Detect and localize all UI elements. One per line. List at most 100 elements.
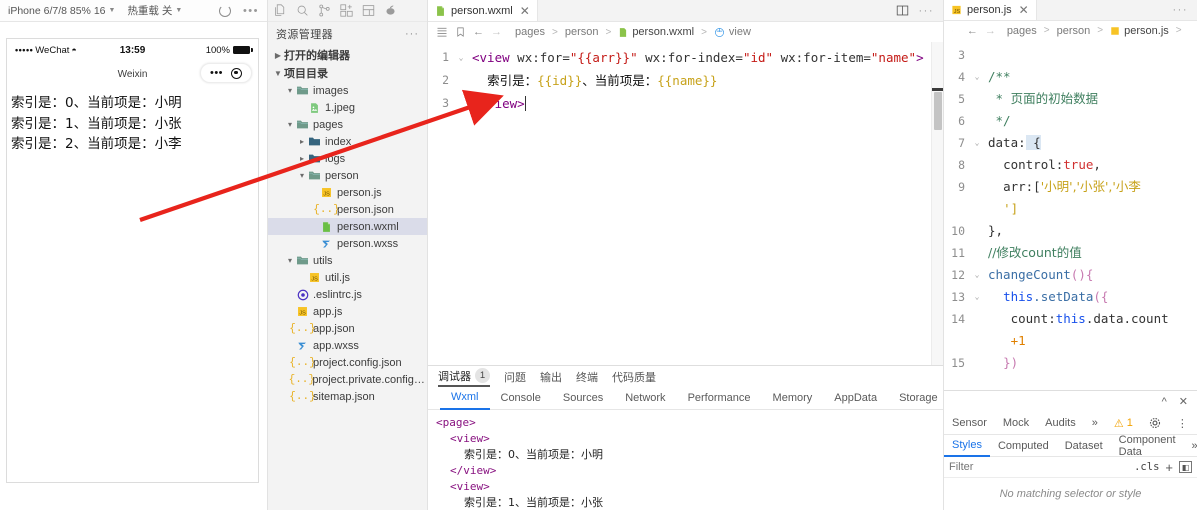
devtools-tab-storage[interactable]: Storage [888, 387, 949, 410]
chevron-down-icon[interactable]: ▾ [284, 120, 296, 129]
devtools-tab-sources[interactable]: Sources [552, 387, 614, 410]
breadcrumb-item-person[interactable]: person [1057, 25, 1091, 37]
more-icon[interactable]: ··· [919, 5, 935, 17]
tree-item-index[interactable]: ▸ index [268, 133, 427, 150]
fold-toggle-icon[interactable]: ⌄ [970, 132, 984, 154]
debugger-tab-输出[interactable]: 输出 [540, 369, 562, 385]
tree-item-pages[interactable]: ▾ pages [268, 116, 427, 133]
devtools-tab-console[interactable]: Console [490, 387, 552, 410]
styles-tab-computed[interactable]: Computed [990, 435, 1057, 457]
tree-item-project-private-config-js-[interactable]: {..} project.private.config.js... [268, 371, 427, 388]
more-icon[interactable]: ··· [1173, 4, 1189, 16]
debug-icon[interactable] [384, 4, 397, 17]
tree-item-person-wxss[interactable]: person.wxss [268, 235, 427, 252]
debugger-tab-调试器[interactable]: 调试器 1 [438, 366, 490, 387]
forward-icon[interactable]: → [985, 25, 996, 37]
debugger-tab-代码质量[interactable]: 代码质量 [612, 369, 656, 385]
tree-item-1-jpeg[interactable]: 1.jpeg [268, 99, 427, 116]
chevron-right-icon[interactable]: ▸ [296, 154, 308, 163]
debugger-tab-问题[interactable]: 问题 [504, 369, 526, 385]
tree-item-person-js[interactable]: JS person.js [268, 184, 427, 201]
tree-item-logs[interactable]: ▸ logs [268, 150, 427, 167]
tree-item-util-js[interactable]: JS util.js [268, 269, 427, 286]
debugger-tab-终端[interactable]: 终端 [576, 369, 598, 385]
styles-tab-component-data[interactable]: Component Data [1111, 434, 1184, 458]
layout-icon[interactable] [362, 4, 375, 17]
close-icon[interactable]: ✕ [1179, 395, 1188, 408]
wxml-tree[interactable]: <page> <view> 索引是：0、当前项是：小明 </view> <view> 索引… [428, 410, 943, 510]
warning-count[interactable]: ⚠ 1 [1106, 412, 1141, 435]
cls-button[interactable]: .cls [1134, 461, 1159, 473]
breadcrumb-item-symbol[interactable]: view [714, 26, 751, 38]
breadcrumb-item-pages[interactable]: pages [515, 26, 545, 38]
fold-toggle-icon[interactable]: ⌄ [970, 286, 984, 308]
devtools-tab-appdata[interactable]: AppData [823, 387, 888, 410]
wxml-node[interactable]: <page> [436, 415, 943, 431]
tree-item-app-json[interactable]: {..} app.json [268, 320, 427, 337]
chevron-right-icon[interactable]: ▸ [296, 137, 308, 146]
scrollbar-thumb[interactable] [934, 92, 942, 130]
explorer-more-icon[interactable]: ··· [405, 28, 419, 40]
split-editor-icon[interactable] [896, 4, 909, 17]
tree-item-person-wxml[interactable]: person.wxml [268, 218, 427, 235]
fold-toggle-icon[interactable]: ⌄ [454, 46, 468, 69]
extensions-icon[interactable] [340, 4, 353, 17]
back-icon[interactable]: ← [473, 26, 484, 38]
wxml-node[interactable]: <view> [436, 431, 943, 447]
files-icon[interactable] [274, 4, 287, 17]
close-icon[interactable]: ✕ [520, 4, 530, 18]
dock-icon[interactable]: ◧ [1179, 461, 1192, 473]
tree-item--eslintrc-js[interactable]: .eslintrc.js [268, 286, 427, 303]
bookmark-icon[interactable] [455, 26, 466, 38]
section-open-editors[interactable]: ▶ 打开的编辑器 [268, 46, 427, 64]
devtools-tab-memory[interactable]: Memory [762, 387, 824, 410]
wechat-capsule-button[interactable]: ••• [200, 63, 252, 83]
search-icon[interactable] [296, 4, 309, 17]
styles-overflow-icon[interactable]: » [1184, 435, 1197, 457]
chevron-down-icon[interactable]: ▾ [284, 256, 296, 265]
gear-icon[interactable] [1141, 412, 1169, 435]
more-vertical-icon[interactable]: ⋮ [1169, 412, 1196, 435]
back-icon[interactable]: ← [967, 25, 978, 37]
devtools-tab-wxml[interactable]: Wxml [440, 387, 490, 410]
chevron-down-icon[interactable]: ▾ [296, 171, 308, 180]
more-icon[interactable]: ••• [243, 5, 259, 17]
devtools-tab-performance[interactable]: Performance [677, 387, 762, 410]
outline-icon[interactable] [436, 26, 448, 38]
code-editor[interactable]: 1 ⌄ <view wx:for="{{arr}}" wx:for-index=… [428, 42, 943, 365]
breadcrumb-item-person[interactable]: person [565, 26, 599, 38]
tab-person-js[interactable]: JS person.js ✕ [944, 0, 1037, 21]
add-rule-button[interactable]: + [1165, 460, 1173, 475]
devtools-tab-mock[interactable]: Mock [995, 412, 1037, 435]
styles-tab-styles[interactable]: Styles [944, 435, 990, 457]
editor-scrollbar[interactable] [931, 42, 943, 365]
wxml-node[interactable]: <view> [436, 479, 943, 495]
devtools-tab-audits[interactable]: Audits [1037, 412, 1084, 435]
devtools-tab-sensor[interactable]: Sensor [944, 412, 995, 435]
fold-toggle-icon[interactable]: ⌄ [970, 66, 984, 88]
tree-item-person[interactable]: ▾ person [268, 167, 427, 184]
styles-tab-dataset[interactable]: Dataset [1057, 435, 1111, 457]
tree-item-person-json[interactable]: {..} person.json [268, 201, 427, 218]
source-control-icon[interactable] [318, 4, 331, 17]
styles-filter-input[interactable] [949, 461, 1129, 473]
collapse-icon[interactable]: ^ [1162, 396, 1167, 408]
forward-icon[interactable]: → [491, 26, 502, 38]
devtools-overflow-icon[interactable]: » [1084, 412, 1106, 435]
tree-item-images[interactable]: ▾ images [268, 82, 427, 99]
tree-item-app-wxss[interactable]: app.wxss [268, 337, 427, 354]
hot-reload-selector[interactable]: 热重载 关 ▼ [127, 3, 182, 18]
breadcrumb-item-pages[interactable]: pages [1007, 25, 1037, 37]
refresh-icon[interactable] [218, 4, 231, 17]
tree-item-sitemap-json[interactable]: {..} sitemap.json [268, 388, 427, 405]
tree-item-utils[interactable]: ▾ utils [268, 252, 427, 269]
breadcrumb-item-file[interactable]: person.wxml [618, 26, 694, 38]
wxml-node[interactable]: </view> [436, 463, 943, 479]
secondary-code-editor[interactable]: 3 4 ⌄ /** 5 * 页面的初始数据 6 */ 7 ⌄ data: {8… [944, 40, 1197, 390]
close-icon[interactable]: ✕ [1019, 3, 1029, 17]
tab-person-wxml[interactable]: person.wxml ✕ [428, 0, 538, 21]
chevron-down-icon[interactable]: ▾ [284, 86, 296, 95]
devtools-tab-network[interactable]: Network [614, 387, 676, 410]
tree-item-project-config-json[interactable]: {..} project.config.json [268, 354, 427, 371]
wxml-text-node[interactable]: 索引是：0、当前项是：小明 [436, 447, 943, 463]
